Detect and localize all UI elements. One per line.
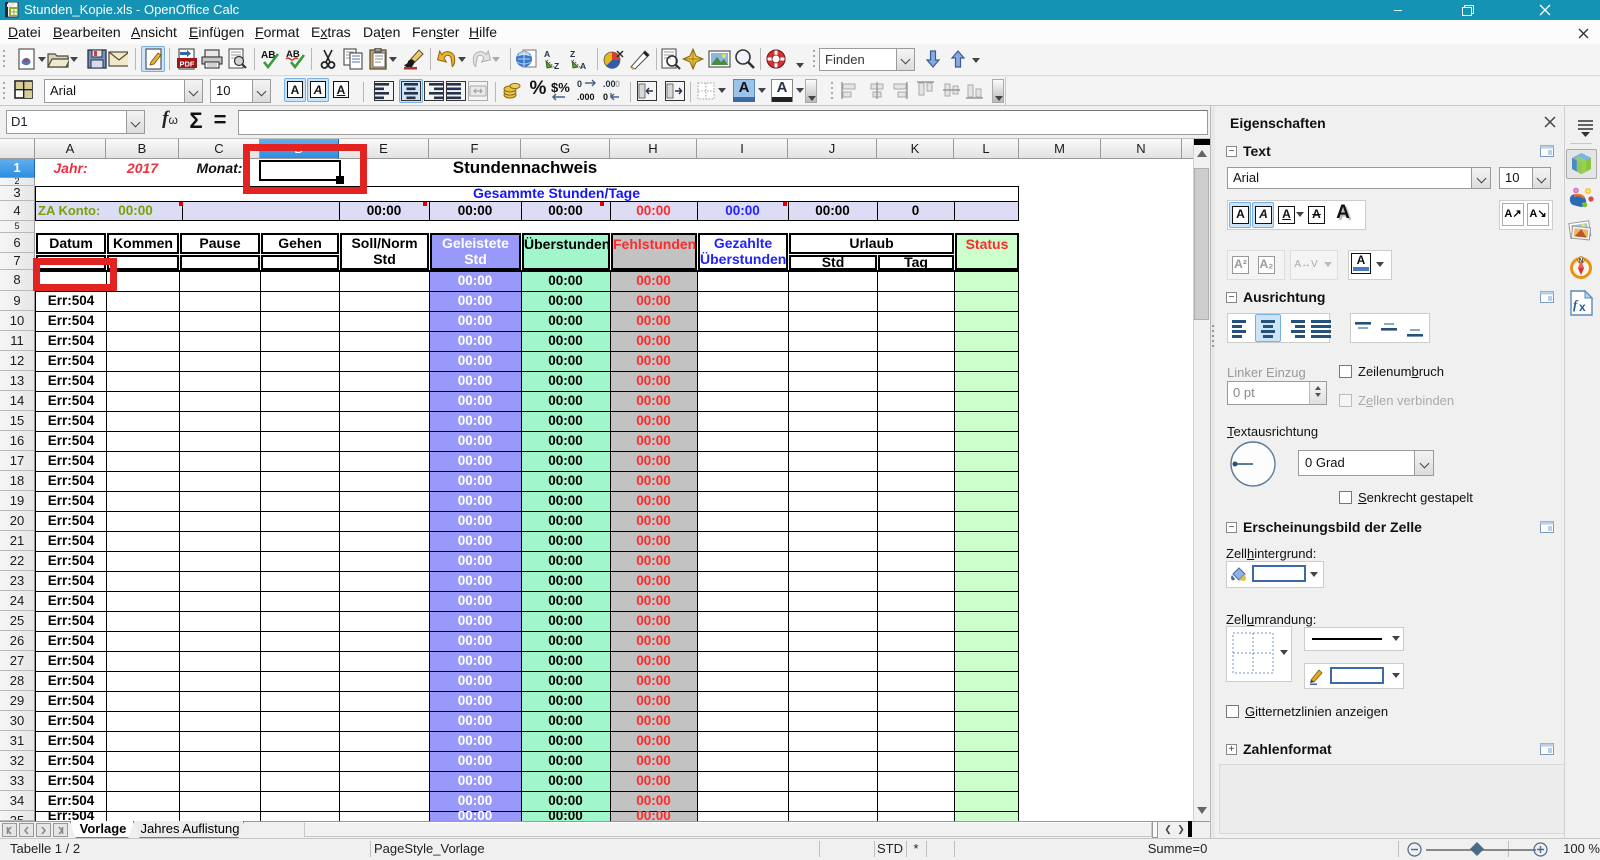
svg-text:x: x: [1579, 300, 1586, 314]
